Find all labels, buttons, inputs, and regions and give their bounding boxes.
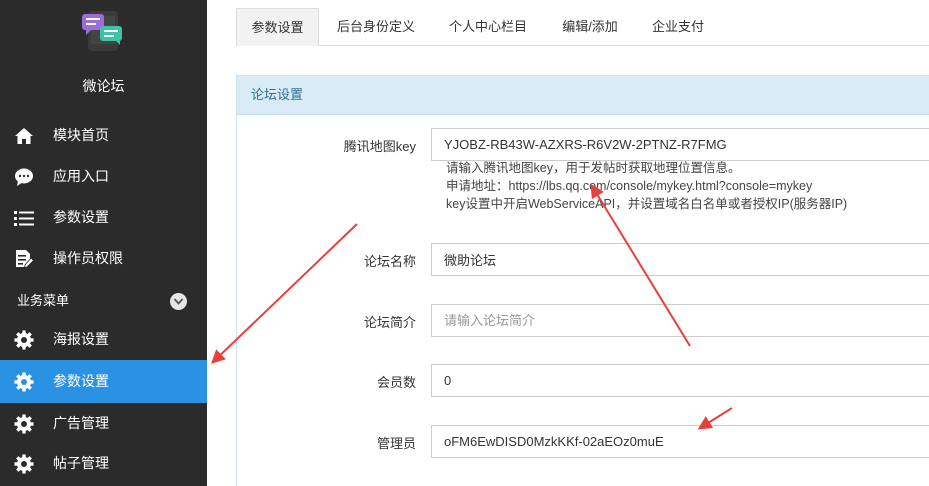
forum-name-input[interactable] <box>431 243 929 276</box>
tab-personal-center[interactable]: 个人中心栏目 <box>436 8 540 46</box>
gear-icon <box>14 330 34 350</box>
forum-intro-input[interactable] <box>431 304 929 337</box>
admin-input[interactable] <box>431 425 929 458</box>
sidebar-item-label: 操作员权限 <box>53 250 123 266</box>
sidebar-item-module-home[interactable]: 模块首页 <box>0 115 207 156</box>
sidebar-item-poster-settings[interactable]: 海报设置 <box>0 319 207 360</box>
sidebar-item-params-active[interactable]: 参数设置 <box>0 360 207 403</box>
map-key-label: 腾讯地图key <box>343 139 416 154</box>
sidebar-item-app-entry[interactable]: 应用入口 <box>0 156 207 197</box>
tab-enterprise-payment[interactable]: 企业支付 <box>638 8 718 46</box>
gear-icon <box>14 414 34 434</box>
tab-bar: 参数设置 后台身份定义 个人中心栏目 编辑/添加 企业支付 <box>236 8 929 46</box>
member-count-input[interactable] <box>431 364 929 397</box>
member-count-label: 会员数 <box>376 375 416 390</box>
map-key-help-line-3: key设置中开启WebServiceAPI，并设置域名白名单或者授权IP(服务器… <box>446 197 848 211</box>
tab-edit-add[interactable]: 编辑/添加 <box>548 8 632 46</box>
sidebar-item-params[interactable]: 参数设置 <box>0 197 207 238</box>
gear-icon <box>14 372 34 392</box>
panel-title: 论坛设置 <box>237 76 929 115</box>
sidebar-group-title: 业务菜单 <box>17 293 70 308</box>
sidebar-item-label: 广告管理 <box>53 415 109 431</box>
tab-backend-identity[interactable]: 后台身份定义 <box>324 8 428 46</box>
sidebar-item-label: 参数设置 <box>53 373 109 389</box>
home-icon <box>14 126 34 146</box>
map-key-help-line-1: 请输入腾讯地图key，用于发帖时获取地理位置信息。 <box>446 161 741 175</box>
forum-name-label: 论坛名称 <box>363 254 416 269</box>
gear-icon <box>14 454 34 474</box>
chat-bubble-icon <box>14 167 34 187</box>
forum-intro-label: 论坛简介 <box>363 315 416 330</box>
admin-label: 管理员 <box>376 436 416 451</box>
sidebar-item-label: 海报设置 <box>53 331 109 347</box>
sidebar-item-label: 参数设置 <box>53 209 109 225</box>
tab-params-settings[interactable]: 参数设置 <box>236 8 319 46</box>
sidebar-item-label: 应用入口 <box>53 168 109 184</box>
sidebar-item-ad-management[interactable]: 广告管理 <box>0 403 207 444</box>
sidebar-item-label: 帖子管理 <box>53 455 109 471</box>
map-key-input[interactable] <box>431 128 929 161</box>
map-key-help-line-2: 申请地址：https://lbs.qq.com/console/mykey.ht… <box>446 179 813 193</box>
list-icon <box>14 208 34 228</box>
sidebar-item-operator-permissions[interactable]: 操作员权限 <box>0 238 207 279</box>
app-logo-icon <box>82 10 124 52</box>
chevron-down-icon[interactable] <box>170 293 187 310</box>
sidebar-item-post-management[interactable]: 帖子管理 <box>0 443 207 484</box>
sidebar-item-label: 模块首页 <box>53 127 109 143</box>
app-name: 微论坛 <box>82 78 125 94</box>
sidebar: 微论坛 模块首页 应用入口 参数设置 操作员权限 业务菜单 海报设置 参数设置 … <box>0 0 207 486</box>
document-edit-icon <box>14 249 35 269</box>
